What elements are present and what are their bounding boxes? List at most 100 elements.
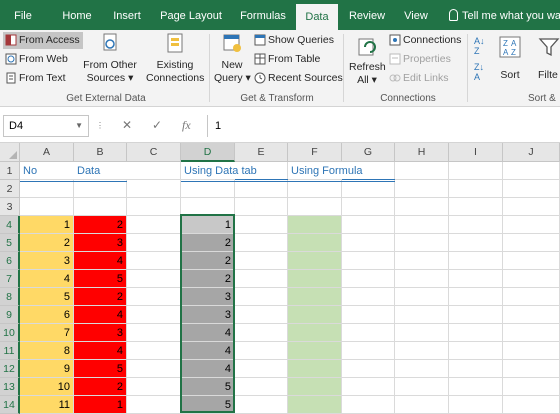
edit-links-button[interactable]: Edit Links: [389, 72, 449, 84]
cell-e11[interactable]: [235, 342, 288, 360]
cell-c3[interactable]: [127, 198, 181, 216]
cell-j4[interactable]: [503, 216, 560, 234]
cell-i4[interactable]: [449, 216, 503, 234]
cell-j2[interactable]: [503, 180, 560, 198]
cell-f6[interactable]: [288, 252, 342, 270]
cell-c1[interactable]: [127, 162, 181, 180]
cell-a9[interactable]: 6: [20, 306, 74, 324]
cell-c4[interactable]: [127, 216, 181, 234]
cell-e3[interactable]: [235, 198, 288, 216]
cell-d2[interactable]: [181, 180, 235, 198]
tab-home[interactable]: Home: [55, 0, 99, 30]
from-text-button[interactable]: From Text: [5, 72, 65, 84]
cell-g5[interactable]: [342, 234, 395, 252]
cell-a7[interactable]: 4: [20, 270, 74, 288]
cell-h8[interactable]: [395, 288, 449, 306]
existing-connections-button[interactable]: Existing Connections: [146, 32, 204, 85]
cell-h3[interactable]: [395, 198, 449, 216]
cell-b10[interactable]: 3: [74, 324, 127, 342]
cell-d8[interactable]: 3: [181, 288, 235, 306]
cell-a2[interactable]: [20, 180, 74, 198]
column-header-i[interactable]: I: [449, 143, 503, 162]
cell-e4[interactable]: [235, 216, 288, 234]
cell-i11[interactable]: [449, 342, 503, 360]
row-header-10[interactable]: 10: [0, 324, 20, 342]
cell-i5[interactable]: [449, 234, 503, 252]
cell-f10[interactable]: [288, 324, 342, 342]
row-header-1[interactable]: 1: [0, 162, 20, 180]
new-query-button[interactable]: New Query ▾: [214, 32, 251, 85]
cell-a3[interactable]: [20, 198, 74, 216]
cell-d9[interactable]: 3: [181, 306, 235, 324]
cell-a10[interactable]: 7: [20, 324, 74, 342]
cell-f5[interactable]: [288, 234, 342, 252]
cell-e14[interactable]: [235, 396, 288, 414]
tab-data[interactable]: Data: [296, 4, 338, 30]
cell-j8[interactable]: [503, 288, 560, 306]
cell-b5[interactable]: 3: [74, 234, 127, 252]
cell-e13[interactable]: [235, 378, 288, 396]
from-web-button[interactable]: From Web: [5, 53, 68, 65]
cell-g14[interactable]: [342, 396, 395, 414]
cell-b4[interactable]: 2: [74, 216, 127, 234]
cell-h11[interactable]: [395, 342, 449, 360]
connections-button[interactable]: Connections: [389, 34, 461, 46]
cell-f12[interactable]: [288, 360, 342, 378]
cell-j9[interactable]: [503, 306, 560, 324]
cell-d14[interactable]: 5: [181, 396, 235, 414]
tab-formulas[interactable]: Formulas: [234, 0, 292, 30]
cell-b11[interactable]: 4: [74, 342, 127, 360]
cell-d5[interactable]: 2: [181, 234, 235, 252]
row-header-9[interactable]: 9: [0, 306, 20, 324]
cell-c7[interactable]: [127, 270, 181, 288]
from-table-button[interactable]: From Table: [254, 53, 320, 65]
cancel-icon[interactable]: ✕: [122, 118, 132, 132]
cell-h12[interactable]: [395, 360, 449, 378]
cell-g8[interactable]: [342, 288, 395, 306]
cell-b3[interactable]: [74, 198, 127, 216]
row-header-6[interactable]: 6: [0, 252, 20, 270]
cell-d3[interactable]: [181, 198, 235, 216]
cell-e12[interactable]: [235, 360, 288, 378]
cell-d10[interactable]: 4: [181, 324, 235, 342]
cell-b6[interactable]: 4: [74, 252, 127, 270]
cell-c11[interactable]: [127, 342, 181, 360]
cell-j3[interactable]: [503, 198, 560, 216]
cell-h10[interactable]: [395, 324, 449, 342]
cell-h13[interactable]: [395, 378, 449, 396]
filter-button[interactable]: Filte: [538, 36, 560, 81]
cell-j10[interactable]: [503, 324, 560, 342]
row-header-11[interactable]: 11: [0, 342, 20, 360]
cell-a8[interactable]: 5: [20, 288, 74, 306]
cell-e2[interactable]: [235, 180, 288, 198]
cell-j6[interactable]: [503, 252, 560, 270]
row-header-14[interactable]: 14: [0, 396, 20, 414]
cell-e9[interactable]: [235, 306, 288, 324]
cell-i14[interactable]: [449, 396, 503, 414]
cell-j5[interactable]: [503, 234, 560, 252]
tab-insert[interactable]: Insert: [106, 0, 148, 30]
cell-e8[interactable]: [235, 288, 288, 306]
cell-g9[interactable]: [342, 306, 395, 324]
enter-check-icon[interactable]: ✓: [152, 118, 162, 132]
cell-f8[interactable]: [288, 288, 342, 306]
cell-a5[interactable]: 2: [20, 234, 74, 252]
show-queries-button[interactable]: Show Queries: [254, 34, 334, 46]
cell-f11[interactable]: [288, 342, 342, 360]
cell-g13[interactable]: [342, 378, 395, 396]
cell-f2[interactable]: [288, 180, 342, 198]
cell-i13[interactable]: [449, 378, 503, 396]
cell-a4[interactable]: 1: [20, 216, 74, 234]
tab-review[interactable]: Review: [344, 0, 390, 30]
cell-b7[interactable]: 5: [74, 270, 127, 288]
cell-b2[interactable]: [74, 180, 127, 198]
cell-d11[interactable]: 4: [181, 342, 235, 360]
tell-me-search[interactable]: Tell me what you wa: [449, 0, 560, 30]
cell-a6[interactable]: 3: [20, 252, 74, 270]
cell-g7[interactable]: [342, 270, 395, 288]
cell-j1[interactable]: [503, 162, 560, 180]
cell-b14[interactable]: 1: [74, 396, 127, 414]
cell-c2[interactable]: [127, 180, 181, 198]
cell-i7[interactable]: [449, 270, 503, 288]
cell-c12[interactable]: [127, 360, 181, 378]
